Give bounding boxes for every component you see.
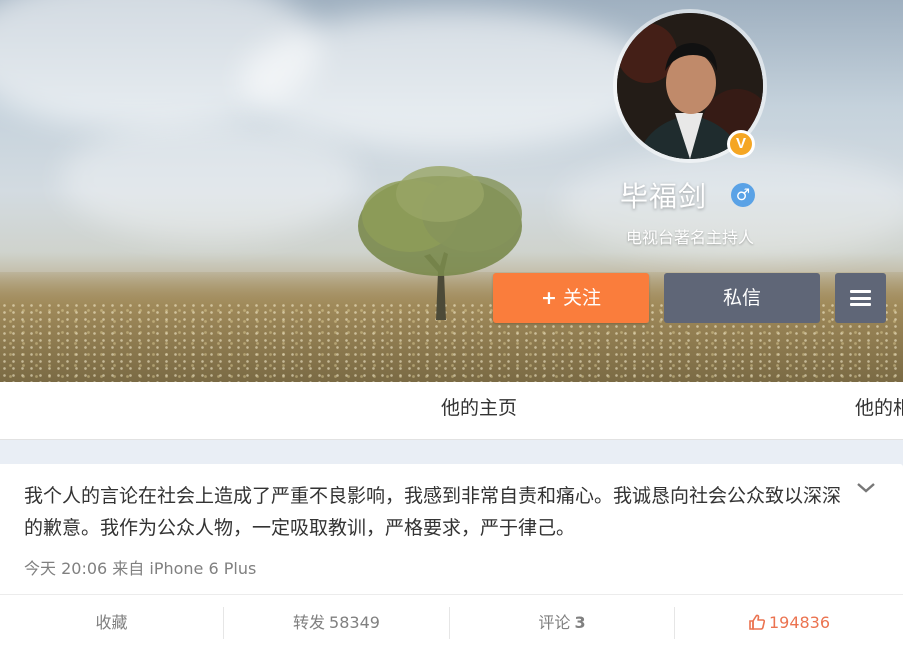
repost-label: 转发 (293, 613, 326, 632)
weibo-profile-page: V 毕福剑 ♂ 电视台著名主持人 + 关注 私信 他的主页 他的相 我个人的言论在… (0, 0, 903, 653)
comment-button[interactable]: 评论 3 (450, 595, 674, 653)
repost-count: 58349 (329, 613, 380, 632)
comment-label: 评论 (538, 613, 571, 632)
menu-icon (850, 290, 871, 306)
weibo-post-card: 我个人的言论在社会上造成了严重不良影响，我感到非常自责和痛心。我诚恳向社会公众致… (0, 464, 903, 653)
tab-photos[interactable]: 他的相 (855, 382, 903, 440)
chevron-down-icon[interactable] (856, 480, 876, 496)
profile-cover-image (0, 0, 903, 382)
profile-name: 毕福剑 (620, 180, 708, 213)
post-actions-bar: 收藏 转发 58349 评论 3 194836 (0, 594, 903, 653)
verified-badge: V (727, 130, 755, 158)
thumbs-up-icon (749, 614, 765, 630)
favorite-label: 收藏 (95, 613, 128, 632)
like-count: 194836 (768, 613, 831, 632)
like-button[interactable]: 194836 (675, 595, 903, 653)
message-button[interactable]: 私信 (664, 273, 820, 323)
post-meta: 今天 20:06 来自 iPhone 6 Plus (24, 559, 257, 578)
more-menu-button[interactable] (835, 273, 886, 323)
message-label: 私信 (722, 287, 761, 309)
follow-button[interactable]: + 关注 (493, 273, 649, 323)
plus-icon: + (541, 287, 557, 309)
tab-home[interactable]: 他的主页 (441, 382, 517, 440)
favorite-button[interactable]: 收藏 (0, 595, 223, 653)
follow-label: 关注 (562, 287, 601, 309)
profile-title: 电视台著名主持人 (625, 228, 754, 247)
post-text: 我个人的言论在社会上造成了严重不良影响，我感到非常自责和痛心。我诚恳向社会公众致… (24, 485, 842, 539)
comment-count: 3 (574, 613, 586, 632)
profile-tab-bar: 他的主页 他的相 (0, 382, 903, 440)
repost-button[interactable]: 转发 58349 (224, 595, 449, 653)
male-icon: ♂ (731, 183, 755, 207)
